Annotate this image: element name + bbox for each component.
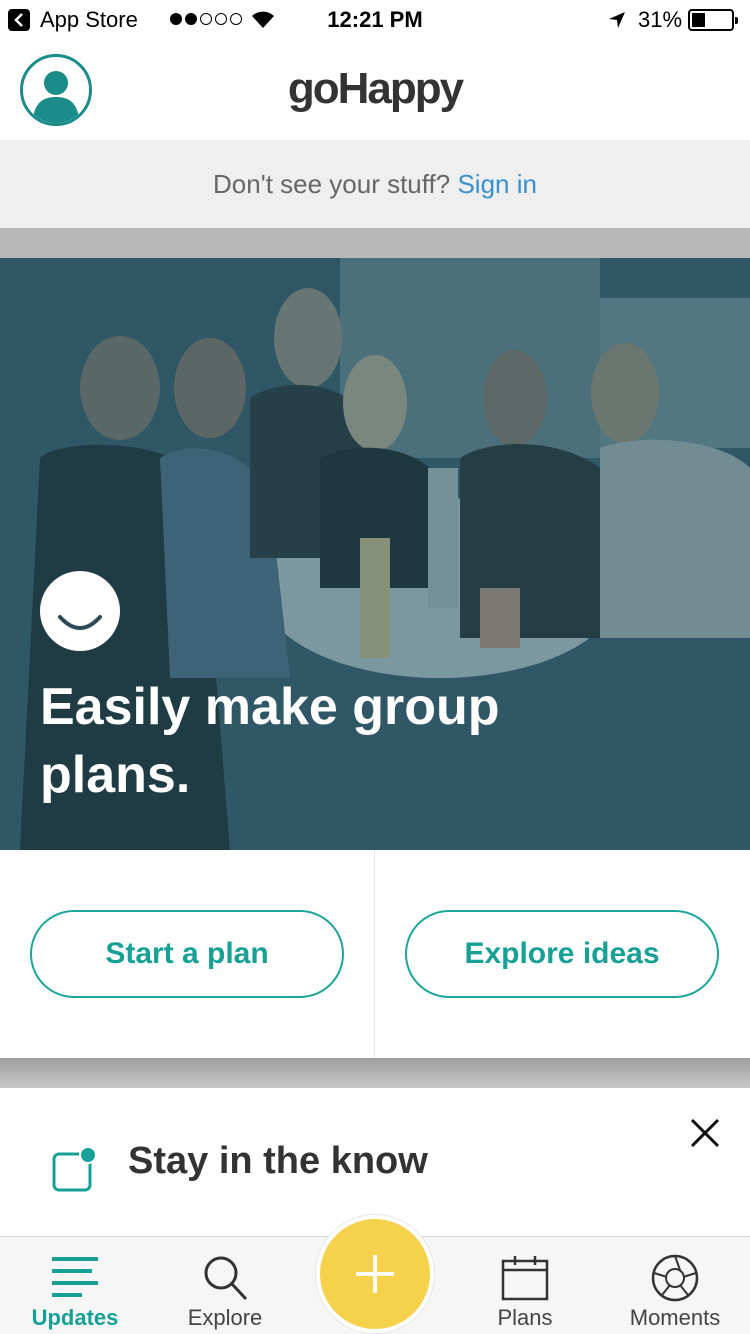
action-buttons: Start a plan Explore ideas	[0, 850, 750, 1058]
battery-percentage: 31%	[638, 7, 683, 32]
notification-badge-icon	[52, 1146, 97, 1192]
status-bar: App Store 12:21 PM 31%	[0, 0, 750, 40]
card-title: Stay in the know	[128, 1140, 428, 1182]
explore-ideas-button[interactable]: Explore ideas	[405, 910, 719, 998]
tab-plans[interactable]: Plans	[450, 1237, 600, 1334]
app-logo: goHappy	[287, 64, 464, 113]
calendar-icon	[501, 1256, 549, 1301]
updates-icon	[52, 1257, 98, 1297]
tab-moments[interactable]: Moments	[600, 1237, 750, 1334]
aperture-icon	[651, 1254, 699, 1302]
plus-icon	[356, 1255, 394, 1293]
app-header: goHappy	[0, 40, 750, 140]
hero-banner: Easily make group plans.	[0, 258, 750, 850]
close-icon[interactable]	[686, 1114, 724, 1152]
tab-label: Plans	[497, 1305, 553, 1330]
tab-label: Explore	[187, 1305, 263, 1330]
hero-headline: Easily make group plans.	[40, 678, 500, 804]
separator-strip-2	[0, 1058, 750, 1088]
signin-banner: Don't see your stuff? Sign in	[0, 140, 750, 228]
tab-bar: Updates Explore Plans Moments	[0, 1215, 750, 1334]
action-divider	[374, 850, 375, 1058]
start-plan-button[interactable]: Start a plan	[30, 910, 344, 998]
tab-explore[interactable]: Explore	[150, 1237, 300, 1334]
add-plan-button[interactable]	[316, 1215, 434, 1333]
tab-label: Updates	[31, 1305, 119, 1330]
separator-strip	[0, 228, 750, 258]
signin-prompt: Don't see your stuff?	[213, 169, 451, 199]
battery-icon	[688, 9, 738, 31]
tab-label: Moments	[629, 1305, 721, 1330]
smile-logo-icon	[40, 571, 120, 651]
sign-in-link[interactable]: Sign in	[457, 169, 537, 199]
search-icon	[204, 1256, 248, 1301]
location-arrow-icon	[609, 12, 625, 28]
tab-updates[interactable]: Updates	[0, 1237, 150, 1334]
